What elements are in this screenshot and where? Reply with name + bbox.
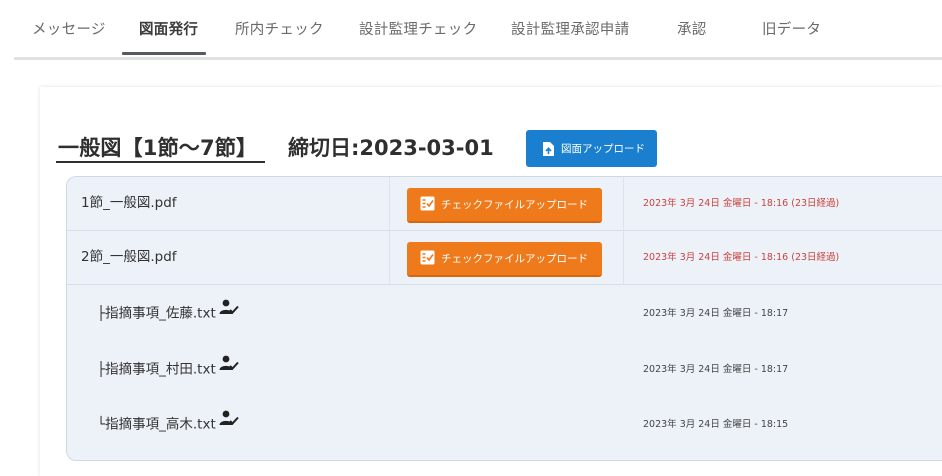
table-row: ├指摘事項_佐藤.txt 2023年 3月 24日 金曜日 - 18:17 xyxy=(67,287,942,340)
checklist-icon xyxy=(420,250,435,268)
section-title: 一般図【1節〜7節】 xyxy=(58,136,258,160)
upload-date: 2023年 3月 24日 金曜日 - 18:17 xyxy=(643,308,789,319)
comment-file-row-label: ├指摘事項_村田.txt xyxy=(97,343,239,396)
tab-design-supervision-approval-request[interactable]: 設計監理承認申請 xyxy=(511,18,629,39)
comment-file-row-label: ├指摘事項_佐藤.txt xyxy=(97,287,239,340)
user-check-icon xyxy=(219,285,239,338)
upload-date: 2023年 3月 24日 金曜日 - 18:15 xyxy=(643,419,789,430)
table-row: ├指摘事項_村田.txt 2023年 3月 24日 金曜日 - 18:17 xyxy=(67,343,942,396)
user-check-icon xyxy=(219,341,239,394)
column-divider xyxy=(623,231,624,284)
file-name[interactable]: 2節_一般図.pdf xyxy=(81,231,177,284)
upload-file-icon xyxy=(541,141,555,157)
drawing-upload-button[interactable]: 図面アップロード xyxy=(526,130,657,167)
column-divider xyxy=(389,177,390,230)
file-name[interactable]: ├指摘事項_村田.txt xyxy=(97,362,216,378)
tab-old-data[interactable]: 旧データ xyxy=(762,18,821,39)
tab-messages[interactable]: メッセージ xyxy=(32,18,106,39)
check-file-upload-button[interactable]: チェックファイルアップロード xyxy=(407,242,602,277)
checklist-icon xyxy=(420,196,435,214)
active-tab-indicator xyxy=(122,52,206,55)
check-file-upload-label: チェックファイルアップロード xyxy=(441,199,588,211)
table-row: 1節_一般図.pdf チェックファイルアップロード 2023年 3月 24日 金… xyxy=(67,177,942,231)
tab-internal-check[interactable]: 所内チェック xyxy=(235,18,324,39)
file-name[interactable]: └指摘事項_高木.txt xyxy=(97,417,216,433)
tab-bar-divider xyxy=(14,57,942,60)
column-divider xyxy=(623,177,624,230)
table-row: 2節_一般図.pdf チェックファイルアップロード 2023年 3月 24日 金… xyxy=(67,231,942,285)
table-row: └指摘事項_高木.txt 2023年 3月 24日 金曜日 - 18:15 xyxy=(67,398,942,451)
tab-bar: メッセージ 図面発行 所内チェック 設計監理チェック 設計監理承認申請 承認 旧… xyxy=(0,0,942,60)
file-name[interactable]: 1節_一般図.pdf xyxy=(81,177,177,230)
upload-date: 2023年 3月 24日 金曜日 - 18:16 (23日経過) xyxy=(643,252,840,263)
upload-date: 2023年 3月 24日 金曜日 - 18:16 (23日経過) xyxy=(643,198,840,209)
drawing-upload-label: 図面アップロード xyxy=(561,143,645,155)
file-table: 1節_一般図.pdf チェックファイルアップロード 2023年 3月 24日 金… xyxy=(66,176,942,461)
deadline-label: 締切日:2023-03-01 xyxy=(288,136,494,160)
tab-approval[interactable]: 承認 xyxy=(677,18,707,39)
user-check-icon xyxy=(219,396,239,449)
check-file-upload-button[interactable]: チェックファイルアップロード xyxy=(407,188,602,223)
section-title-underline xyxy=(56,161,265,163)
upload-date: 2023年 3月 24日 金曜日 - 18:17 xyxy=(643,364,789,375)
comment-file-row-label: └指摘事項_高木.txt xyxy=(97,398,239,451)
tab-design-supervision-check[interactable]: 設計監理チェック xyxy=(359,18,477,39)
check-file-upload-label: チェックファイルアップロード xyxy=(441,253,588,265)
tab-drawing-issue[interactable]: 図面発行 xyxy=(139,18,198,39)
file-name[interactable]: ├指摘事項_佐藤.txt xyxy=(97,306,216,322)
column-divider xyxy=(389,231,390,284)
